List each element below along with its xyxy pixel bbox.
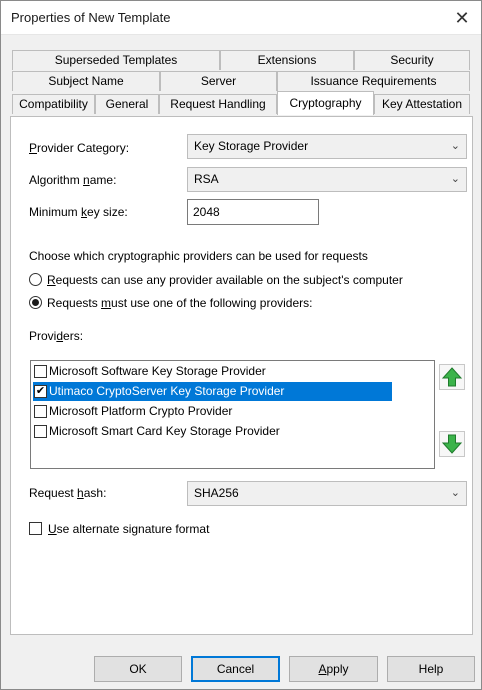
tab-issuance-requirements[interactable]: Issuance Requirements (277, 71, 470, 91)
provider-category-value: Key Storage Provider (194, 139, 309, 153)
tab-extensions[interactable]: Extensions (220, 50, 354, 70)
request-hash-value: SHA256 (194, 486, 239, 500)
tab-general[interactable]: General (95, 94, 159, 114)
checkbox[interactable] (34, 365, 47, 378)
checkbox[interactable] (34, 425, 47, 438)
arrow-up-icon (441, 367, 463, 387)
algorithm-name-value: RSA (194, 172, 219, 186)
list-item[interactable]: Microsoft Smart Card Key Storage Provide… (33, 422, 392, 441)
tab-compatibility[interactable]: Compatibility (12, 94, 95, 114)
list-item[interactable]: Microsoft Platform Crypto Provider (33, 402, 392, 421)
list-item[interactable]: ✔ Utimaco CryptoServer Key Storage Provi… (33, 382, 392, 401)
help-button[interactable]: Help (387, 656, 475, 682)
title-bar: Properties of New Template ✕ (1, 1, 481, 35)
chevron-down-icon: ⌄ (450, 140, 460, 152)
radio-any-provider-label[interactable]: Requests can use any provider available … (47, 273, 403, 287)
providers-label: Providers: (29, 329, 84, 343)
close-icon[interactable]: ✕ (451, 7, 473, 29)
apply-button[interactable]: Apply (289, 656, 378, 682)
provider-name: Utimaco CryptoServer Key Storage Provide… (49, 384, 285, 398)
chevron-down-icon: ⌄ (450, 487, 460, 499)
radio-any-provider[interactable] (29, 273, 42, 286)
move-down-button[interactable] (439, 431, 465, 457)
provider-name: Microsoft Smart Card Key Storage Provide… (49, 424, 280, 438)
tab-security[interactable]: Security (354, 50, 470, 70)
radio-must-use-providers-label[interactable]: Requests must use one of the following p… (47, 296, 312, 310)
chevron-down-icon: ⌄ (450, 173, 460, 185)
cancel-button[interactable]: Cancel (191, 656, 280, 682)
checkbox[interactable] (34, 405, 47, 418)
properties-dialog: Properties of New Template ✕ Superseded … (0, 0, 482, 690)
request-hash-label: Request hash: (29, 486, 107, 500)
list-item[interactable]: Microsoft Software Key Storage Provider (33, 362, 392, 381)
tab-server[interactable]: Server (160, 71, 277, 91)
algorithm-name-label: Algorithm name: (29, 173, 117, 187)
ok-button[interactable]: OK (94, 656, 182, 682)
checkbox[interactable]: ✔ (34, 385, 47, 398)
tab-key-attestation[interactable]: Key Attestation (374, 94, 470, 114)
radio-must-use-providers[interactable] (29, 296, 42, 309)
provider-category-label: Provider Category: (29, 141, 130, 155)
arrow-down-icon (441, 434, 463, 454)
request-hash-select[interactable]: SHA256 ⌄ (187, 481, 467, 506)
cryptography-panel: Provider Category: Key Storage Provider … (10, 116, 473, 635)
choose-providers-text: Choose which cryptographic providers can… (29, 249, 368, 263)
window-title: Properties of New Template (11, 10, 171, 25)
alt-signature-checkbox[interactable] (29, 522, 42, 535)
tab-subject-name[interactable]: Subject Name (12, 71, 160, 91)
min-key-size-label: Minimum key size: (29, 205, 128, 219)
alt-signature-label[interactable]: Use alternate signature format (48, 522, 209, 536)
algorithm-name-select[interactable]: RSA ⌄ (187, 167, 467, 192)
provider-name: Microsoft Software Key Storage Provider (49, 364, 266, 378)
tab-superseded-templates[interactable]: Superseded Templates (12, 50, 220, 70)
tab-cryptography[interactable]: Cryptography (277, 91, 374, 115)
provider-name: Microsoft Platform Crypto Provider (49, 404, 233, 418)
provider-category-select[interactable]: Key Storage Provider ⌄ (187, 134, 467, 159)
min-key-size-input[interactable]: 2048 (187, 199, 319, 225)
tab-request-handling[interactable]: Request Handling (159, 94, 277, 114)
move-up-button[interactable] (439, 364, 465, 390)
providers-list[interactable]: Microsoft Software Key Storage Provider … (30, 360, 435, 469)
